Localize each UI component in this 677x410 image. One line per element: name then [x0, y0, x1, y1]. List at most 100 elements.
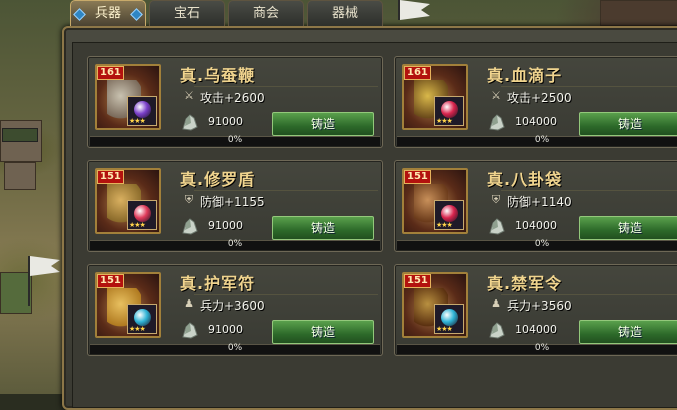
- forge-cost: 91000: [208, 323, 243, 336]
- item-name: 真.乌蚕鞭: [180, 66, 256, 85]
- equipment-card: 151 ★★★ 真.八卦袋 ⛨ 防御+1140 104000 铸造 0%: [394, 160, 677, 252]
- fortress: [600, 0, 677, 26]
- level-badge: 151: [404, 170, 431, 184]
- divider: [501, 86, 677, 87]
- gem-slot: ★★★: [434, 200, 464, 230]
- equipment-card: 161 ★★★ 真.乌蚕鞭 ⚔ 攻击+2600 91000 铸造 0%: [87, 56, 383, 148]
- gem-slot: ★★★: [434, 304, 464, 334]
- equipment-card: 161 ★★★ 真.血滴子 ⚔ 攻击+2500 104000 铸造 0%: [394, 56, 677, 148]
- forge-button[interactable]: 铸造: [272, 112, 374, 136]
- equipment-icon[interactable]: 151 ★★★: [402, 272, 468, 338]
- forge-cost: 91000: [208, 115, 243, 128]
- forge-progress-bar: 0%: [397, 239, 677, 250]
- progress-text: 0%: [534, 135, 550, 145]
- forge-cost: 104000: [515, 219, 557, 232]
- gem-icon: [134, 101, 151, 118]
- white-flag-icon: [30, 256, 60, 276]
- gem-slot: ★★★: [127, 304, 157, 334]
- item-name: 真.血滴子: [487, 66, 563, 85]
- progress-text: 0%: [534, 239, 550, 249]
- tab-label: 器械: [331, 6, 358, 21]
- item-name: 真.护军符: [180, 274, 256, 293]
- gem-slot: ★★★: [434, 96, 464, 126]
- forge-button[interactable]: 铸造: [579, 320, 677, 344]
- gem-icon: [134, 205, 151, 222]
- tab-label: 宝石: [173, 6, 200, 21]
- soldier-icon: ♟: [491, 297, 501, 310]
- divider: [194, 294, 378, 295]
- sword-icon: ⚔: [184, 89, 194, 102]
- tab-label: 兵器: [94, 6, 121, 21]
- tab-label: 商会: [252, 6, 279, 21]
- gem-icon: [134, 309, 151, 326]
- level-badge: 151: [97, 274, 124, 288]
- level-badge: 151: [97, 170, 124, 184]
- ore-resource-icon: [182, 114, 198, 131]
- divider: [501, 190, 677, 191]
- stat-bonus: 防御+1155: [200, 195, 265, 209]
- ore-resource-icon: [489, 218, 505, 235]
- equipment-icon[interactable]: 161 ★★★: [402, 64, 468, 130]
- progress-text: 0%: [227, 135, 243, 145]
- level-badge: 161: [97, 66, 124, 80]
- forge-cost: 91000: [208, 219, 243, 232]
- tab-weapons[interactable]: 兵器: [70, 0, 146, 26]
- stat-bonus: 防御+1140: [507, 195, 572, 209]
- tab-guild[interactable]: 商会: [228, 0, 304, 26]
- star-rating: ★★★: [129, 325, 146, 333]
- star-rating: ★★★: [129, 221, 146, 229]
- ore-resource-icon: [489, 114, 505, 131]
- item-name: 真.禁军令: [487, 274, 563, 293]
- forge-progress-bar: 0%: [397, 343, 677, 354]
- star-rating: ★★★: [129, 117, 146, 125]
- tab-gems[interactable]: 宝石: [149, 0, 225, 26]
- equipment-icon[interactable]: 151 ★★★: [402, 168, 468, 234]
- flag-pole: [28, 256, 30, 306]
- stat-bonus: 攻击+2600: [200, 91, 265, 105]
- equipment-icon[interactable]: 161 ★★★: [95, 64, 161, 130]
- equipment-card: 151 ★★★ 真.护军符 ♟ 兵力+3600 91000 铸造 0%: [87, 264, 383, 356]
- item-name: 真.修罗盾: [180, 170, 256, 189]
- building-roof: [2, 128, 38, 142]
- tab-bar: 兵器 宝石 商会 器械: [70, 0, 383, 26]
- equipment-card: 151 ★★★ 真.禁军令 ♟ 兵力+3560 104000 铸造 0%: [394, 264, 677, 356]
- equipment-card: 151 ★★★ 真.修罗盾 ⛨ 防御+1155 91000 铸造 0%: [87, 160, 383, 252]
- gem-ornament-icon: [73, 8, 86, 21]
- forge-button[interactable]: 铸造: [579, 216, 677, 240]
- forge-button[interactable]: 铸造: [579, 112, 677, 136]
- progress-text: 0%: [227, 343, 243, 353]
- stat-bonus: 兵力+3600: [200, 299, 265, 313]
- ore-resource-icon: [489, 322, 505, 339]
- forge-progress-bar: 0%: [90, 343, 380, 354]
- forge-button[interactable]: 铸造: [272, 216, 374, 240]
- star-rating: ★★★: [436, 325, 453, 333]
- divider: [501, 294, 677, 295]
- ore-resource-icon: [182, 218, 198, 235]
- gem-icon: [441, 205, 458, 222]
- tab-machinery[interactable]: 器械: [307, 0, 383, 26]
- level-badge: 161: [404, 66, 431, 80]
- shield-icon: ⛨: [491, 193, 501, 206]
- forge-progress-bar: 0%: [397, 135, 677, 146]
- sword-icon: ⚔: [491, 89, 501, 102]
- forge-button[interactable]: 铸造: [272, 320, 374, 344]
- gem-ornament-icon: [130, 8, 143, 21]
- soldier-icon: ♟: [184, 297, 194, 310]
- gem-icon: [441, 309, 458, 326]
- forge-cost: 104000: [515, 323, 557, 336]
- forge-cost: 104000: [515, 115, 557, 128]
- gem-slot: ★★★: [127, 96, 157, 126]
- forge-progress-bar: 0%: [90, 135, 380, 146]
- divider: [194, 86, 378, 87]
- building: [4, 162, 36, 190]
- progress-text: 0%: [534, 343, 550, 353]
- gem-slot: ★★★: [127, 200, 157, 230]
- equipment-icon[interactable]: 151 ★★★: [95, 168, 161, 234]
- white-flag-icon: [400, 0, 430, 20]
- equipment-icon[interactable]: 151 ★★★: [95, 272, 161, 338]
- star-rating: ★★★: [436, 221, 453, 229]
- star-rating: ★★★: [436, 117, 453, 125]
- progress-text: 0%: [227, 239, 243, 249]
- ore-resource-icon: [182, 322, 198, 339]
- gem-icon: [441, 101, 458, 118]
